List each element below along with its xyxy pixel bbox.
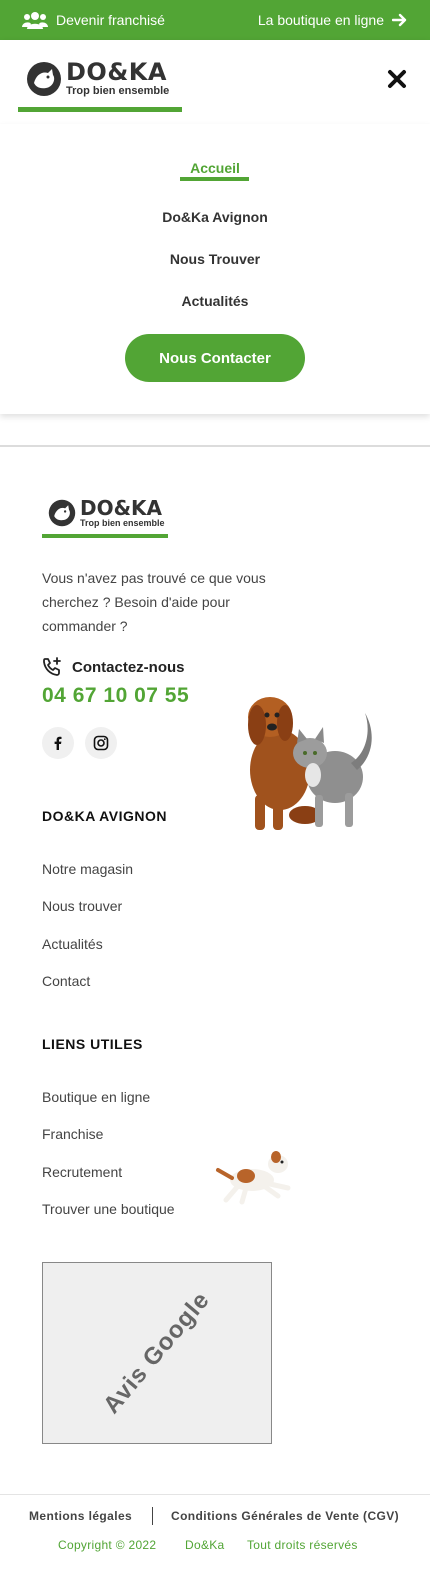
footer-link-notre-magasin[interactable]: Notre magasin (42, 861, 133, 877)
become-franchisee-link[interactable]: Devenir franchisé (22, 11, 165, 29)
footer-link-recrutement[interactable]: Recrutement (42, 1164, 122, 1180)
contact-row: Contactez-nous (42, 657, 185, 677)
all-rights-reserved: Tout droits réservés (247, 1538, 358, 1552)
footer-link-actualites[interactable]: Actualités (42, 936, 103, 952)
menu-item-doka-avignon[interactable]: Do&Ka Avignon (0, 209, 430, 225)
copyright-text: Copyright © 2022 (58, 1538, 157, 1552)
footer-logo-text: DO&KA Trop bien ensemble (80, 498, 165, 528)
facebook-button[interactable] (42, 727, 74, 759)
site-header: DO&KA Trop bien ensemble (0, 40, 430, 124)
logo-mark-icon (48, 499, 76, 527)
menu-item-accueil[interactable]: Accueil (0, 160, 430, 176)
logo-text: DO&KA Trop bien ensemble (66, 60, 169, 97)
arrow-right-icon (392, 13, 407, 27)
running-dog-image (216, 1151, 291, 1205)
become-franchisee-label: Devenir franchisé (56, 12, 165, 28)
menu-item-actualites[interactable]: Actualités (0, 293, 430, 309)
active-menu-underline (180, 177, 249, 181)
section-divider (0, 445, 430, 447)
section-title-liens-utiles: LIENS UTILES (42, 1036, 143, 1052)
terms-of-sale-link[interactable]: Conditions Générales de Vente (CGV) (171, 1509, 399, 1523)
company-name: Do&Ka (185, 1538, 225, 1552)
phone-plus-icon (43, 657, 61, 676)
logo-tagline: Trop bien ensemble (66, 85, 170, 97)
close-menu-button[interactable] (386, 68, 408, 90)
footer-bottom-bar (0, 1494, 430, 1571)
instagram-icon (93, 735, 109, 751)
logo-mark-icon (27, 61, 61, 96)
instagram-button[interactable] (85, 727, 117, 759)
menu-item-nous-trouver[interactable]: Nous Trouver (0, 251, 430, 267)
close-icon (388, 70, 406, 88)
legal-notice-link[interactable]: Mentions légales (29, 1509, 132, 1523)
footer-logo-tagline: Trop bien ensemble (80, 518, 165, 528)
footer-link-nous-trouver[interactable]: Nous trouver (42, 898, 122, 914)
mobile-menu: Accueil Do&Ka Avignon Nous Trouver Actua… (0, 124, 430, 414)
online-shop-label: La boutique en ligne (257, 12, 384, 28)
footer-link-contact[interactable]: Contact (42, 973, 90, 989)
help-text: Vous n'avez pas trouvé ce que vous cherc… (42, 570, 266, 634)
google-reviews-label: Avis Google (98, 1286, 216, 1419)
google-reviews-widget[interactable]: Avis Google (42, 1262, 272, 1444)
footer-logo-underline (42, 534, 168, 538)
dog-and-cat-image (248, 697, 372, 830)
footer-logo-brand: DO&KA (80, 496, 163, 520)
phone-number[interactable]: 04 67 10 07 55 (42, 684, 189, 708)
section-title-doka-avignon: DO&KA AVIGNON (42, 808, 167, 824)
site-logo[interactable]: DO&KA Trop bien ensemble (26, 60, 169, 97)
legal-separator (152, 1507, 153, 1525)
contact-us-button[interactable]: Nous Contacter (125, 334, 305, 382)
top-bar: Devenir franchisé La boutique en ligne (0, 0, 430, 40)
footer-link-trouver-une-boutique[interactable]: Trouver une boutique (42, 1201, 175, 1217)
contact-label: Contactez-nous (72, 658, 185, 676)
logo-brand: DO&KA (66, 58, 167, 86)
logo-underline (18, 107, 182, 112)
footer-link-boutique-en-ligne[interactable]: Boutique en ligne (42, 1089, 150, 1105)
online-shop-link[interactable]: La boutique en ligne (258, 12, 408, 28)
people-group-icon (22, 12, 48, 29)
facebook-icon (54, 736, 62, 750)
footer-link-franchise[interactable]: Franchise (42, 1126, 103, 1142)
footer-logo[interactable]: DO&KA Trop bien ensemble (48, 498, 165, 528)
